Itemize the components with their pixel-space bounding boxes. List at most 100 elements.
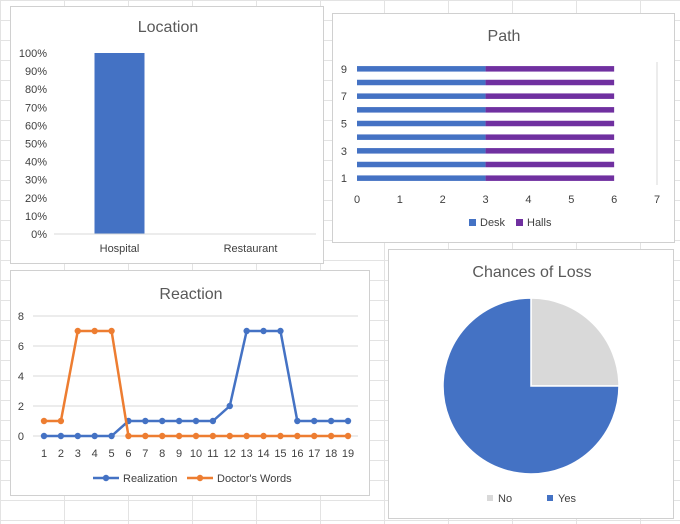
path-bar-halls xyxy=(485,66,615,72)
chances-of-loss-title: Chances of Loss xyxy=(472,264,591,281)
path-y-tick: 7 xyxy=(341,91,347,103)
reaction-point-realization xyxy=(311,417,318,425)
location-y-tick: 20% xyxy=(25,193,47,205)
reaction-point-realization xyxy=(226,402,233,410)
path-bar-halls xyxy=(485,148,615,154)
reaction-x-tick: 18 xyxy=(325,448,337,460)
location-y-tick: 40% xyxy=(25,157,47,169)
reaction-point-doctor-s-words xyxy=(277,432,284,440)
location-y-tick: 10% xyxy=(25,211,47,223)
legend-label-yes: Yes xyxy=(558,493,576,505)
reaction-chart: Reaction 02468 1 2 3 4 5 6 7 8 9 10 11 12 13 14 15 16 17… xyxy=(10,270,370,496)
path-bar-desk xyxy=(357,161,486,168)
reaction-point-realization xyxy=(277,327,284,335)
reaction-point-doctor-s-words xyxy=(175,432,183,440)
path-bar-desk xyxy=(357,148,486,154)
legend-label-desk: Desk xyxy=(480,217,506,229)
reaction-x-tick: 12 xyxy=(224,448,236,460)
reaction-x-tick: 7 xyxy=(142,448,148,460)
path-bar-desk xyxy=(357,175,486,181)
path-x-tick: 7 xyxy=(654,194,660,206)
path-x-tick: 0 xyxy=(354,194,360,206)
reaction-point-realization xyxy=(243,327,250,335)
reaction-y-tick: 4 xyxy=(18,371,24,383)
legend-label-no: No xyxy=(498,493,512,505)
path-bar-halls xyxy=(485,161,615,168)
reaction-y-tick: 2 xyxy=(18,401,24,413)
path-y-tick: 5 xyxy=(341,119,347,131)
reaction-point-doctor-s-words xyxy=(108,327,115,335)
path-bar-desk xyxy=(357,93,486,99)
reaction-y-tick: 0 xyxy=(18,431,24,443)
reaction-point-doctor-s-words xyxy=(260,432,267,440)
legend-swatch-desk xyxy=(469,219,476,226)
legend-label-realization: Realization xyxy=(123,473,177,485)
reaction-point-realization xyxy=(260,327,267,335)
path-x-tick: 4 xyxy=(525,194,531,206)
reaction-x-tick: 3 xyxy=(75,448,81,460)
reaction-point-realization xyxy=(57,432,65,440)
reaction-point-realization xyxy=(40,432,48,440)
reaction-point-doctor-s-words xyxy=(57,417,65,425)
legend-label-doctor-s-words: Doctor's Words xyxy=(217,473,292,485)
reaction-point-realization xyxy=(209,417,217,425)
path-bar-desk xyxy=(357,79,486,86)
path-bar-halls xyxy=(485,79,615,86)
reaction-point-doctor-s-words xyxy=(226,432,233,440)
path-y-tick: 9 xyxy=(341,64,347,76)
reaction-point-doctor-s-words xyxy=(311,432,318,440)
path-y-tick: 1 xyxy=(341,173,347,185)
reaction-point-doctor-s-words xyxy=(344,432,352,440)
path-chart-svg: Path 13579 01234567 Desk Halls xyxy=(341,28,660,229)
legend-label-halls: Halls xyxy=(527,217,552,229)
location-y-tick: 100% xyxy=(19,48,47,60)
reaction-point-doctor-s-words xyxy=(142,432,149,440)
reaction-point-doctor-s-words xyxy=(40,417,48,425)
reaction-x-tick: 6 xyxy=(125,448,131,460)
location-y-tick: 0% xyxy=(31,229,47,241)
reaction-point-realization xyxy=(108,432,115,440)
path-bar-halls xyxy=(485,175,615,181)
reaction-x-tick: 9 xyxy=(176,448,182,460)
reaction-x-tick: 15 xyxy=(274,448,286,460)
path-bar-halls xyxy=(485,93,615,99)
reaction-y-tick: 8 xyxy=(18,311,24,323)
reaction-x-tick: 8 xyxy=(159,448,165,460)
path-bar-desk xyxy=(357,134,486,140)
reaction-x-tick: 13 xyxy=(241,448,253,460)
reaction-chart-svg: Reaction 02468 1 2 3 4 5 6 7 8 9 10 11 12 13 14 15 16 17… xyxy=(18,286,358,485)
reaction-point-realization xyxy=(344,417,352,425)
location-x-label: Restaurant xyxy=(224,243,278,255)
location-chart-title: Location xyxy=(138,19,199,36)
path-y-tick: 3 xyxy=(341,146,347,158)
legend-swatch-yes xyxy=(547,495,553,501)
legend-marker-doctor-s-words xyxy=(196,474,204,482)
chances-of-loss-chart: Chances of Loss No Yes xyxy=(388,249,674,519)
location-bar-hospital xyxy=(94,53,145,234)
location-y-tick: 80% xyxy=(25,84,47,96)
reaction-point-realization xyxy=(192,417,200,425)
path-bar-halls xyxy=(485,134,615,140)
location-y-tick: 90% xyxy=(25,66,47,78)
reaction-point-doctor-s-words xyxy=(209,432,217,440)
reaction-point-doctor-s-words xyxy=(125,432,132,440)
reaction-x-tick: 1 xyxy=(41,448,47,460)
path-x-tick: 1 xyxy=(397,194,403,206)
legend-swatch-no xyxy=(487,495,493,501)
reaction-x-tick: 10 xyxy=(190,448,202,460)
path-bar-desk xyxy=(357,107,486,113)
location-x-label: Hospital xyxy=(100,243,140,255)
path-bar-desk xyxy=(357,66,486,72)
reaction-x-tick: 5 xyxy=(108,448,114,460)
reaction-point-doctor-s-words xyxy=(294,432,301,440)
path-bar-desk xyxy=(357,120,486,127)
path-x-tick: 6 xyxy=(611,194,617,206)
reaction-point-doctor-s-words xyxy=(192,432,200,440)
path-bar-halls xyxy=(485,120,615,127)
reaction-point-doctor-s-words xyxy=(243,432,250,440)
reaction-point-doctor-s-words xyxy=(91,327,98,335)
legend-swatch-halls xyxy=(516,219,523,226)
chances-of-loss-chart-svg: Chances of Loss No Yes xyxy=(442,264,620,505)
pie-slice-no xyxy=(530,297,620,387)
reaction-point-doctor-s-words xyxy=(74,327,81,335)
